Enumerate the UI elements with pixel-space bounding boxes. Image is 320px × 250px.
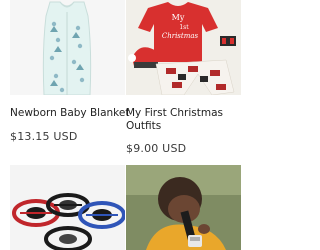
product-grid: Newborn Baby Blanket $13.15 USD My 1st C…: [0, 0, 250, 250]
flying-spinners-illustration: [10, 165, 125, 250]
product-price: $9.00 USD: [126, 142, 187, 155]
outfit-text-my: My: [172, 13, 185, 22]
christmas-outfit-image[interactable]: My 1st Christmas: [126, 0, 241, 95]
child-microscope-illustration: [126, 165, 241, 250]
product-card-child-microscope[interactable]: [126, 165, 241, 250]
outfit-text-christmas: Christmas: [162, 32, 199, 40]
outfit-text-1st: 1st: [179, 24, 189, 31]
product-title[interactable]: Newborn Baby Blanket: [10, 107, 129, 120]
christmas-outfit-illustration: My 1st Christmas: [126, 0, 241, 95]
sleep-sack-image[interactable]: [10, 0, 125, 95]
flying-spinner-toys-image[interactable]: [10, 165, 125, 250]
product-title[interactable]: My First Christmas Outfits: [126, 107, 241, 133]
product-price: $13.15 USD: [10, 130, 78, 143]
product-card-flying-spinners[interactable]: [10, 165, 125, 250]
product-card-my-first-christmas-outfits[interactable]: My 1st Christmas My First Christmas Outf…: [126, 0, 241, 156]
product-card-newborn-baby-blanket[interactable]: Newborn Baby Blanket $13.15 USD: [10, 0, 129, 144]
child-microscope-image[interactable]: [126, 165, 241, 250]
sleep-sack-illustration: [42, 1, 92, 95]
